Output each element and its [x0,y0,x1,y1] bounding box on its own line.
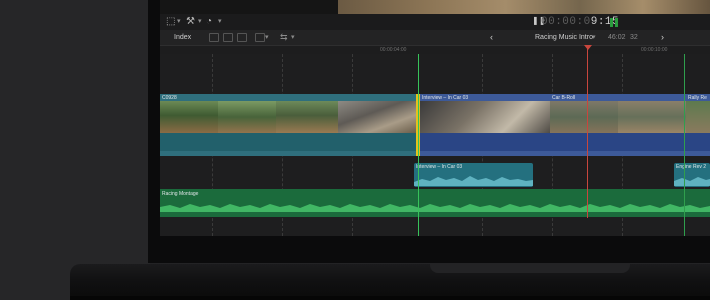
connect-clip-icon[interactable] [209,33,219,42]
tools-icon[interactable]: ⚒ [186,15,195,29]
zoom-level: 32 [630,34,638,41]
video-clip[interactable]: C0928 [160,94,416,156]
playhead-line[interactable] [587,46,588,218]
clip-thumbnail [420,101,550,133]
viewer-strip [160,0,710,14]
ruler-mark: 00:00:10:00 [641,47,668,53]
audio-meter-right [615,18,618,27]
clip-label: Engine Rev 2 [676,164,707,170]
append-clip-icon[interactable] [237,33,247,42]
background-left [0,0,150,300]
clip-thumbnail [276,101,338,133]
timeline-toolbar: ⬚ ▾ ⚒ ▾ ◔ ▾ ❚❚ 00:00:09:15 [160,14,710,31]
insert-clip-icon[interactable] [223,33,233,42]
ruler-mark: 00:00:04:00 [380,47,407,53]
chevron-down-icon[interactable]: ▾ [592,30,596,45]
timeline-ruler[interactable]: 00:00:04:00 00:00:10:00 [160,46,710,54]
audio-meter-left [610,18,613,27]
clip-header: Interview – In Car 03 [420,94,550,101]
laptop-shadow [70,296,710,300]
clip-header: Rally Re [686,94,710,101]
forward-arrow-icon[interactable]: › [661,30,664,45]
project-name[interactable]: Racing Music Intro [535,30,593,45]
clip-thumbnail [218,101,276,133]
clip-waveform [414,176,533,186]
chevron-down-icon[interactable]: ▾ [291,30,295,45]
timecode-display: 00:00:09:15 [541,16,620,28]
clip-waveform [674,177,710,186]
music-track[interactable]: Racing Montage [160,189,710,217]
trim-arrows-icon[interactable]: ⇆ [280,30,288,45]
clip-audio [550,133,686,151]
clip-audio [420,133,550,151]
speed-gauge-icon[interactable]: ◔ [206,15,212,29]
connected-audio-clip[interactable]: Engine Rev 2 [674,163,710,187]
index-button[interactable]: Index [174,30,191,45]
chevron-down-icon[interactable]: ▾ [218,15,222,29]
clip-audio [160,133,416,151]
chevron-down-icon[interactable]: ▾ [198,15,202,29]
chevron-down-icon[interactable]: ▾ [265,30,269,45]
clip-thumbnail [160,101,218,133]
video-clip[interactable]: Rally Re [686,94,710,156]
music-waveform [160,204,710,212]
skimmer-line[interactable] [418,54,419,236]
clip-thumbnail [550,101,618,133]
overwrite-clip-icon[interactable] [255,33,265,42]
clip-label: Racing Montage [162,191,199,197]
connected-audio-clip[interactable]: Interview – In Car 03 [414,163,533,187]
video-clip[interactable]: Car B-Roll [550,94,686,156]
clip-appearance-icon[interactable]: ⬚ [166,15,175,29]
clip-thumbnail [686,101,710,133]
clip-thumbnail [618,101,686,133]
clip-label: Interview – In Car 03 [416,164,463,170]
final-cut-window: ⬚ ▾ ⚒ ▾ ◔ ▾ ❚❚ 00:00:09:15 Index ▾ ⇆ ▾ ‹… [160,0,710,236]
clip-thumbnail [338,101,416,133]
clip-header: Car B-Roll [550,94,686,101]
video-clip[interactable]: Interview – In Car 03 [420,94,550,156]
clip-header: C0928 [160,94,416,101]
skimmer-line [684,54,685,236]
back-arrow-icon[interactable]: ‹ [490,30,493,45]
project-duration: 46:02 [608,34,626,41]
viewer-preview-image [338,0,710,14]
index-toolbar: Index ▾ ⇆ ▾ ‹ Racing Music Intro ▾ 46:02… [160,30,710,46]
clip-audio [686,133,710,151]
laptop-hinge-notch [430,264,630,273]
playhead-handle[interactable] [584,45,592,50]
chevron-down-icon[interactable]: ▾ [177,15,181,29]
